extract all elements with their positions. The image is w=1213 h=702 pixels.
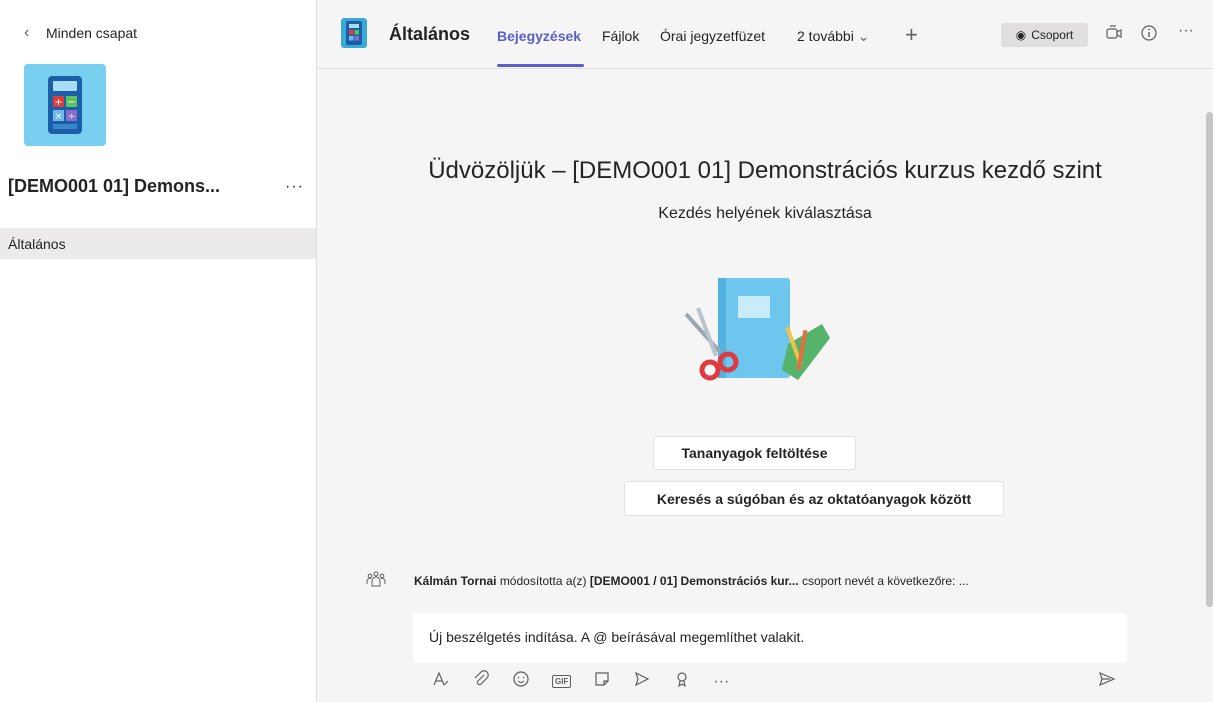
- welcome-heading: Üdvözöljük – [DEMO001 01] Demonstrációs …: [428, 157, 1102, 184]
- format-icon[interactable]: [432, 670, 450, 693]
- calculator-icon: [346, 21, 362, 45]
- sticker-icon[interactable]: [593, 670, 611, 693]
- add-tab-plus-icon[interactable]: +: [905, 22, 918, 48]
- notebook-scissors-illustration: [680, 272, 840, 396]
- compose-toolbar: GIF ···: [432, 670, 729, 693]
- svg-text:−: −: [67, 97, 75, 108]
- channel-title: Általános: [389, 24, 471, 44]
- schedule-meeting-icon[interactable]: [633, 670, 651, 693]
- tab-more-tabs[interactable]: 2 további ⌄: [797, 28, 869, 45]
- team-name: [DEMO001 01] Demons...: [8, 176, 221, 196]
- notebook-illustration-icon: [684, 278, 830, 381]
- team-name-row: [DEMO001 01] Demons... ···: [8, 176, 308, 197]
- svg-text:×: ×: [55, 112, 63, 122]
- activity-message: Kálmán Tornai módosította a(z) [DEMO001 …: [366, 570, 969, 591]
- search-help-button[interactable]: Keresés a súgóban és az oktatóanyagok kö…: [624, 481, 1004, 516]
- send-outline-icon: [635, 671, 650, 687]
- sidebar: ‹ Minden csapat + − × ÷ [DEMO001 01] Dem…: [0, 0, 317, 702]
- badge-ribbon-icon: [677, 672, 687, 688]
- chevron-left-icon: ‹: [24, 24, 30, 41]
- send-icon[interactable]: [1098, 670, 1116, 693]
- activity-author[interactable]: Kálmán Tornai: [414, 574, 496, 588]
- header-more-options-icon[interactable]: ···: [1178, 22, 1194, 40]
- meet-video-icon[interactable]: [1105, 24, 1123, 47]
- format-text-icon: [433, 671, 449, 686]
- calculator-icon: + − × ÷: [48, 76, 82, 134]
- back-label: Minden csapat: [46, 25, 138, 41]
- activity-text: Kálmán Tornai módosította a(z) [DEMO001 …: [414, 574, 969, 588]
- active-tab-indicator: [497, 64, 584, 67]
- eye-icon: ◉: [1015, 28, 1027, 42]
- tab-posts[interactable]: Bejegyzések: [497, 28, 581, 44]
- paper-plane-icon: [1099, 671, 1116, 687]
- activity-team-name: [DEMO001 / 01] Demonstrációs kur...: [589, 573, 799, 588]
- team-members-icon: [366, 570, 386, 591]
- scrollbar[interactable]: [1206, 112, 1213, 607]
- chevron-down-icon: ⌄: [857, 28, 870, 44]
- paperclip-icon: [474, 670, 489, 686]
- back-to-all-teams[interactable]: ‹ Minden csapat: [24, 24, 137, 42]
- team-more-options-icon[interactable]: ···: [285, 178, 308, 196]
- smiley-icon: [513, 671, 529, 687]
- compose-placeholder: Új beszélgetés indítása. A @ beírásával …: [429, 629, 805, 645]
- svg-text:+: +: [54, 97, 62, 108]
- svg-text:÷: ÷: [68, 112, 76, 122]
- video-camera-icon: [1106, 25, 1122, 39]
- gif-icon[interactable]: GIF: [552, 675, 572, 688]
- activity-rest: csoport nevét a következőre: ...: [801, 573, 969, 588]
- team-avatar[interactable]: + − × ÷: [24, 64, 106, 146]
- tab-files[interactable]: Fájlok: [602, 28, 639, 44]
- group-button-label: Csoport: [1031, 28, 1074, 42]
- tab-class-notebook[interactable]: Órai jegyzetfüzet: [660, 28, 765, 44]
- channel-item-general[interactable]: Általános: [0, 228, 316, 259]
- channel-label: Általános: [8, 235, 66, 252]
- welcome-subtitle: Kezdés helyének kiválasztása: [658, 205, 872, 222]
- sticker-face-icon: [595, 672, 609, 686]
- channel-team-icon: [341, 18, 367, 48]
- info-circle-icon: [1141, 25, 1157, 41]
- new-conversation-input[interactable]: Új beszélgetés indítása. A @ beírásával …: [413, 613, 1127, 663]
- channel-header: Általános Bejegyzések Fájlok Órai jegyze…: [317, 0, 1213, 69]
- info-icon[interactable]: [1140, 24, 1158, 47]
- upload-materials-button[interactable]: Tananyagok feltöltése: [653, 436, 856, 470]
- more-tabs-label: 2 további: [797, 28, 854, 44]
- more-options-icon[interactable]: ···: [713, 673, 729, 691]
- praise-icon[interactable]: [673, 670, 691, 693]
- people-icon: [366, 571, 386, 587]
- emoji-icon[interactable]: [512, 670, 530, 693]
- group-button[interactable]: ◉ Csoport: [1001, 23, 1088, 47]
- activity-verb: módosította a(z): [499, 573, 587, 588]
- attach-icon[interactable]: [472, 670, 490, 693]
